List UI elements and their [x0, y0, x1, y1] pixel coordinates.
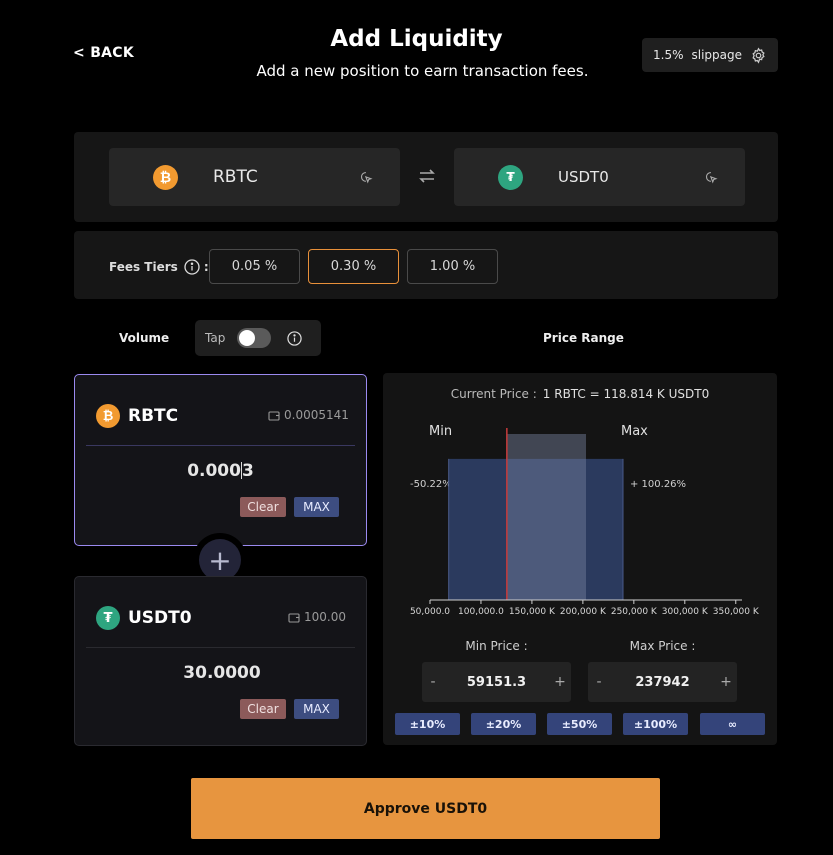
divider [86, 445, 355, 446]
fee-tier-0.05[interactable]: 0.05 % [209, 249, 300, 284]
deposit-b-clear-button[interactable]: Clear [240, 699, 286, 719]
token-b-selector[interactable]: ₮ USDT0 [454, 148, 745, 206]
max-price-stepper: - 237942 + [588, 662, 737, 702]
deposit-b-balance-value: 100.00 [304, 610, 346, 624]
deposit-b-amount-input[interactable]: 30.0000 [74, 663, 370, 683]
tap-label: Tap [205, 331, 226, 345]
deposit-a-clear-button[interactable]: Clear [240, 497, 286, 517]
fees-label-text: Fees Tiers [109, 260, 178, 274]
deposit-a-symbol: RBTC [128, 406, 179, 426]
current-price-value: 1 RBTC = 118.814 K USDT0 [542, 387, 710, 401]
deposit-a-amount-text-tail: 3 [241, 461, 254, 481]
preset-infinite-button[interactable]: ∞ [700, 713, 765, 735]
deposit-card-usdt0 [74, 576, 367, 746]
deposit-b-token: ₮ USDT0 [96, 606, 192, 630]
price-range-label: Price Range [543, 331, 624, 345]
deposit-a-balance-value: 0.0005141 [284, 408, 349, 422]
max-price-decrement-button[interactable]: - [588, 674, 610, 690]
deposit-card-rbtc [74, 374, 367, 546]
fee-tier-1.00[interactable]: 1.00 % [407, 249, 498, 284]
tap-toggle[interactable] [237, 328, 271, 348]
deposit-b-balance[interactable]: 100.00 [288, 610, 346, 624]
token-b-symbol: USDT0 [558, 168, 609, 186]
preset-50-button[interactable]: ±50% [547, 713, 612, 735]
min-price-increment-button[interactable]: + [549, 674, 571, 690]
pointer-click-icon [360, 171, 373, 183]
approve-button[interactable]: Approve USDT0 [191, 778, 660, 839]
wallet-icon [268, 410, 280, 421]
swap-tokens-icon[interactable] [418, 168, 436, 188]
min-price-stepper: - 59151.3 + [422, 662, 571, 702]
x-tick-label-3: 200,000 K [560, 607, 607, 617]
preset-10-button[interactable]: ±10% [395, 713, 460, 735]
token-a-selector[interactable]: ₿ RBTC [109, 148, 400, 206]
deposit-a-amount-input[interactable]: 0.0003 [74, 461, 367, 481]
x-tick-label-1: 100,000.0 [458, 607, 504, 617]
bitcoin-icon: ₿ [153, 164, 178, 190]
info-icon[interactable] [287, 331, 302, 346]
x-tick-label-6: 350,000 K [713, 607, 760, 617]
plus-icon: + [199, 539, 241, 581]
deposit-b-max-button[interactable]: MAX [294, 699, 339, 719]
deposit-b-symbol: USDT0 [128, 608, 192, 628]
fee-tier-0.30[interactable]: 0.30 % [308, 249, 399, 284]
deposit-a-amount-text: 0.000 [187, 461, 241, 481]
pointer-click-icon [705, 171, 718, 183]
deposit-a-max-button[interactable]: MAX [294, 497, 339, 517]
tether-icon: ₮ [96, 606, 120, 630]
wallet-icon [288, 612, 300, 623]
gear-icon [752, 46, 765, 64]
max-price-input[interactable]: 237942 [610, 675, 715, 690]
preset-20-button[interactable]: ±20% [471, 713, 536, 735]
min-price-decrement-button[interactable]: - [422, 674, 444, 690]
liquidity-bar-0 [506, 434, 586, 600]
token-a-symbol: RBTC [213, 167, 258, 187]
fees-tiers-label: Fees Tiers : [109, 259, 209, 275]
divider [86, 647, 355, 648]
current-price: Current Price : 1 RBTC = 118.814 K USDT0 [383, 387, 777, 401]
volume-label: Volume [119, 331, 170, 345]
slippage-settings-button[interactable]: 1.5% slippage [642, 38, 778, 72]
x-tick-label-4: 250,000 K [611, 607, 658, 617]
slippage-value: 1.5% [653, 48, 684, 62]
tether-icon: ₮ [498, 164, 523, 190]
slippage-label: slippage [691, 48, 743, 62]
min-price-label: Min Price : [465, 639, 528, 653]
max-price-label: Max Price : [629, 639, 696, 653]
max-price-increment-button[interactable]: + [715, 674, 737, 690]
current-price-label: Current Price : [450, 387, 537, 401]
x-tick-label-2: 150,000 K [509, 607, 556, 617]
x-tick-label-0: 50,000.0 [410, 607, 450, 617]
min-price-input[interactable]: 59151.3 [444, 675, 549, 690]
liquidity-chart[interactable]: 50,000.0 100,000.0 150,000 K 200,000 K 250,0… [383, 420, 777, 625]
x-tick-label-5: 300,000 K [662, 607, 709, 617]
info-icon[interactable] [184, 259, 200, 275]
bitcoin-icon: ₿ [96, 404, 120, 428]
deposit-a-balance[interactable]: 0.0005141 [268, 408, 349, 422]
fees-colon: : [203, 260, 209, 274]
deposit-a-token: ₿ RBTC [96, 404, 178, 428]
preset-100-button[interactable]: ±100% [623, 713, 688, 735]
